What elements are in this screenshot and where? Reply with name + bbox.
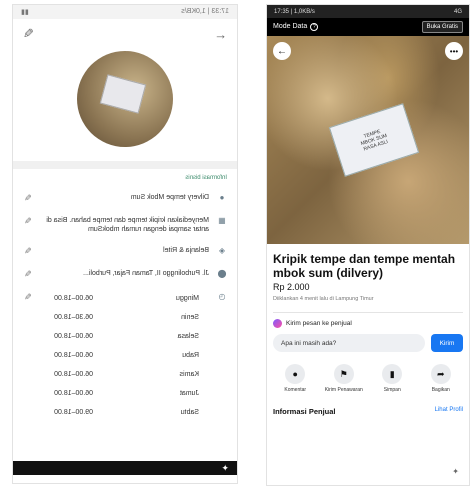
data-mode-bar: Mode Data? Buka Gratis [267,18,469,36]
data-mode-label: Mode Data [273,23,308,30]
seller-info-title: Informasi Penjual [273,407,336,416]
message-input[interactable] [273,334,425,352]
product-label: TEMPE MBOK SUM RASA ASLI [328,103,420,177]
info-row-category[interactable]: ◈ Belanja & Ritel ✎ [13,240,237,263]
edit-pencil-icon[interactable]: ✎ [23,193,33,204]
info-icon[interactable]: ? [310,23,319,31]
more-options-icon[interactable]: ••• [445,42,463,60]
edit-pencil-icon[interactable]: ✎ [23,26,34,42]
listing-price: Rp 2.000 [273,282,310,292]
info-row-description[interactable]: ▦ Menyediakan kripik tempe dan tempe bah… [13,210,237,240]
action-bar: ● Komentar ⚑ Kirim Penawaran ▮ Simpan ➦ … [267,352,469,393]
free-mode-button[interactable]: Buka Gratis [421,21,463,33]
status-time: 17:35 | 1,0KB/s [274,8,315,15]
business-name: Dilvery tempe Mbok Sum [130,194,209,201]
profile-photo-wrap [13,49,237,157]
product-bag-image [99,74,147,114]
status-bar: 17:33 | 1,0KB/s ▮▮ [13,5,237,19]
seller-info-header: Informasi Penjual Lihat Profil [267,393,469,416]
store-icon: ▦ [218,216,226,225]
edit-pencil-icon[interactable]: ✎ [23,246,33,257]
share-action[interactable]: ➦ Bagikan [420,364,462,393]
back-arrow-icon[interactable]: ← [273,42,291,60]
hours-row: Rabu 06.00–18.00 [54,352,199,359]
opening-hours: Minggu 06.00–18.00 Senin 06.30–18.00 Selas… [13,289,237,422]
listing-meta: Diiklankan 4 menit lalu di Lampung Timur [273,296,374,302]
hours-row: Sabtu 09.00–18.00 [54,409,199,416]
profile-photo[interactable] [77,51,173,147]
clock-icon: ◷ [218,292,226,301]
business-address: Jl. Purbolinggo II, Taman Fajar, Purboli… [83,270,209,277]
offer-icon: ⚑ [333,364,354,384]
left-phone-screen: 17:33 | 1,0KB/s ▮▮ ← ✎ Informasi bisnis … [12,4,238,484]
pin-icon[interactable]: ✦ [452,467,459,479]
divider [273,312,463,313]
pin-icon[interactable]: ✦ [221,463,229,474]
send-button[interactable]: Kirim [431,334,463,352]
info-row-address[interactable]: ⬤ Jl. Purbolinggo II, Taman Fajar, Purbo… [13,263,237,286]
save-action[interactable]: ▮ Simpan [371,364,413,393]
edit-pencil-icon[interactable]: ✎ [23,216,33,227]
message-header-label: Kirim pesan ke penjual [286,320,352,327]
comment-action[interactable]: ● Komentar [274,364,316,393]
info-row-name[interactable]: ● Dilvery tempe Mbok Sum ✎ [13,187,237,210]
messenger-icon [273,319,282,328]
hours-row: Jumat 06.00–18.00 [54,390,199,397]
hours-row: Senin 06.30–18.00 [54,314,199,321]
view-profile-link[interactable]: Lihat Profil [435,407,463,416]
message-row: Kirim [267,328,469,352]
person-icon: ● [219,193,225,202]
share-icon: ➦ [430,364,451,384]
section-label: Informasi bisnis [185,175,227,181]
message-header: Kirim pesan ke penjual [267,319,469,328]
listing-title: Kripik tempe dan tempe mentah mbok sum (… [273,252,456,280]
status-bar: 17:35 | 1,0KB/s 4G [267,5,469,18]
comment-icon: ● [285,364,306,384]
business-description: Menyediakan kripik tempe dan tempe bahan… [46,217,209,233]
signal-icon: 4G [453,8,462,15]
hours-row: Minggu 06.00–18.00 [54,295,199,302]
hours-row: Selasa 06.00–18.00 [54,333,199,340]
business-category: Belanja & Ritel [163,247,209,254]
edit-pencil-icon[interactable]: ✎ [23,269,33,280]
bottom-bar: ✦ [267,467,469,479]
right-phone-screen: 17:35 | 1,0KB/s 4G Mode Data? Buka Grati… [266,4,470,486]
category-icon: ◈ [218,246,226,255]
battery-icon: ▮▮ [21,9,29,16]
location-icon: ⬤ [217,269,227,278]
bottom-nav-bar: ✦ [13,461,237,475]
hours-row: Kamis 06.00–18.00 [54,371,199,378]
back-arrow-icon[interactable]: ← [214,27,227,42]
mirrored-business-profile: 17:33 | 1,0KB/s ▮▮ ← ✎ Informasi bisnis … [13,5,237,483]
app-bar: ← ✎ [13,19,237,49]
listing-photo[interactable]: ← ••• TEMPE MBOK SUM RASA ASLI [267,36,469,244]
status-time: 17:33 | 1,0KB/s [181,8,229,15]
section-divider [13,161,237,169]
offer-action[interactable]: ⚑ Kirim Penawaran [323,364,365,393]
bookmark-icon: ▮ [382,364,403,384]
